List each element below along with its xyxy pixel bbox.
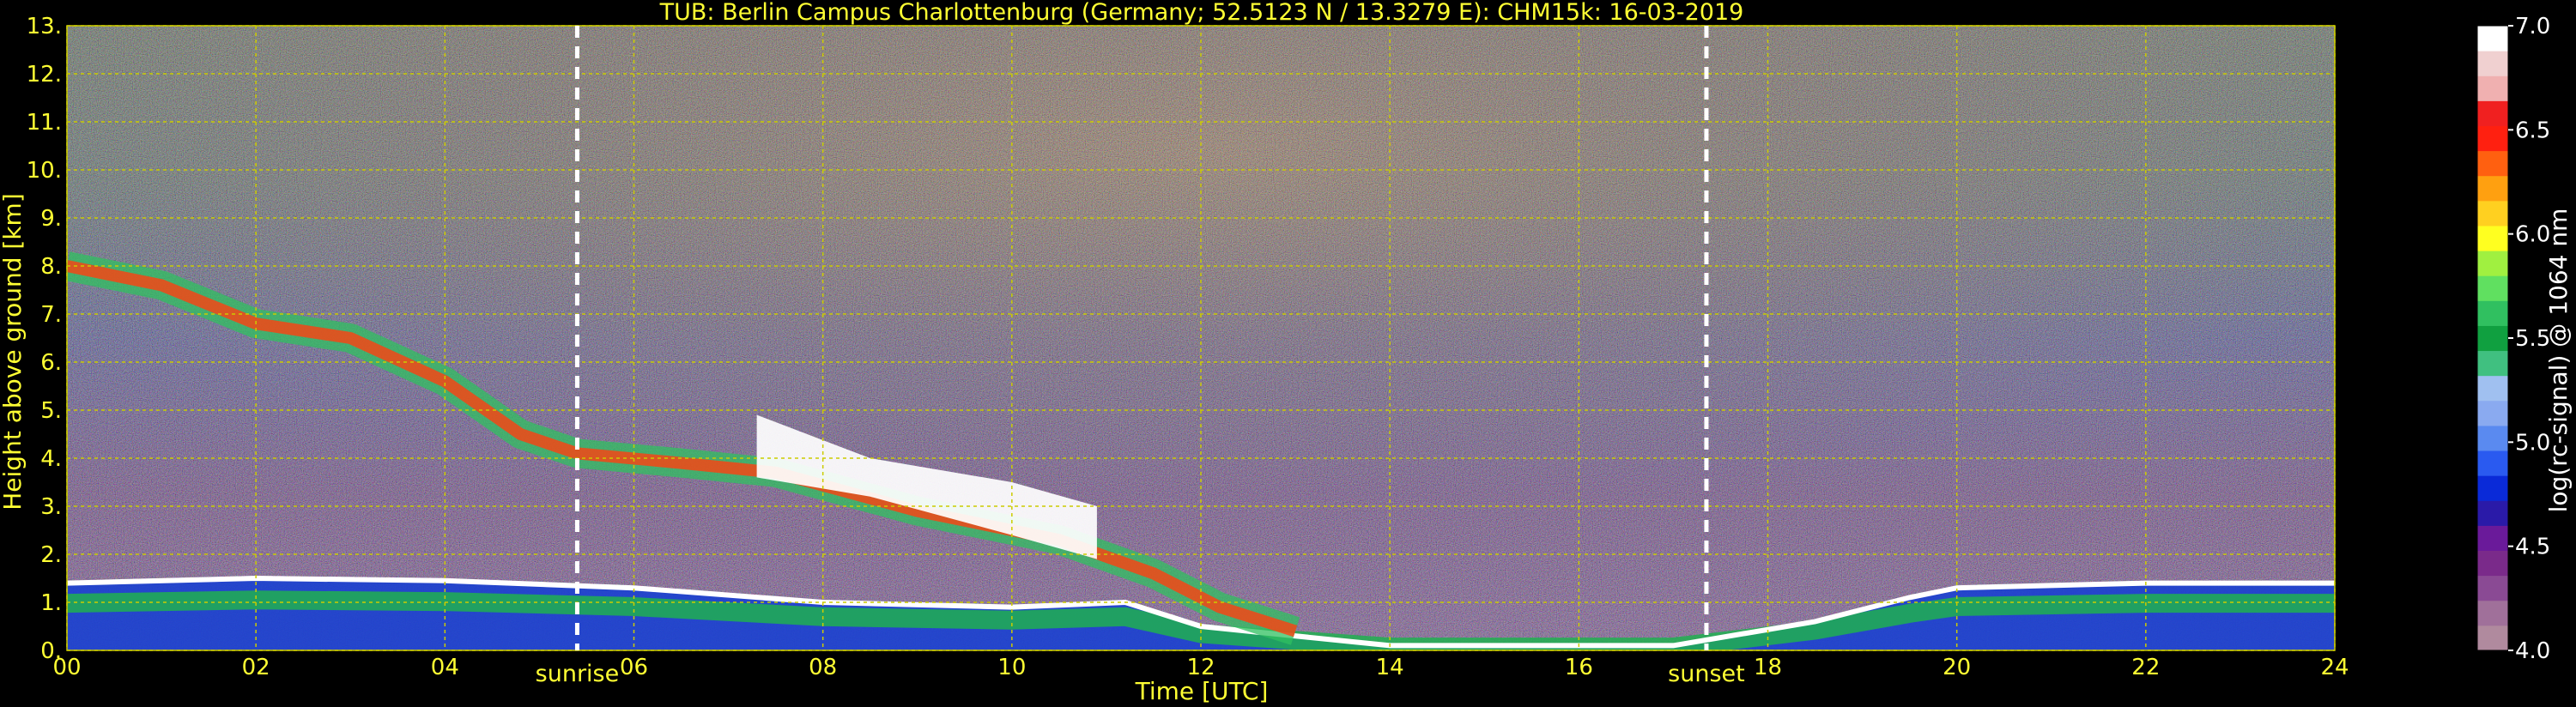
colorbar-segment xyxy=(2477,125,2508,152)
colorbar-segment xyxy=(2477,51,2508,76)
x-tick-label: 22 xyxy=(2131,655,2160,680)
colorbar-segment xyxy=(2477,500,2508,526)
y-tick-label: 12. xyxy=(27,62,62,88)
y-tick-label: 1. xyxy=(40,590,62,616)
colorbar-segment xyxy=(2477,325,2508,352)
colorbar-label: log(rc-signal) @ 1064 nm xyxy=(2544,208,2573,513)
x-tick-label: 18 xyxy=(1754,655,1782,680)
colorbar-segment xyxy=(2477,76,2508,101)
colorbar-segment xyxy=(2477,550,2508,577)
x-tick-label: 24 xyxy=(2320,655,2349,680)
colorbar-segment xyxy=(2477,150,2508,177)
y-tick-label: 13. xyxy=(27,14,62,39)
x-axis-label: Time [UTC] xyxy=(1135,677,1269,705)
colorbar-segment xyxy=(2477,350,2508,377)
colorbar-segment xyxy=(2477,575,2508,601)
colorbar-segment xyxy=(2477,225,2508,251)
colorbar-segment xyxy=(2477,425,2508,451)
y-axis: 0.1.2.3.4.5.6.7.8.9.10.11.12.13. xyxy=(27,14,62,664)
chart-title: TUB: Berlin Campus Charlottenburg (Germa… xyxy=(659,0,1744,26)
colorbar-segment xyxy=(2477,100,2508,126)
colorbar-segment xyxy=(2477,475,2508,501)
colorbar-segment xyxy=(2477,300,2508,326)
colorbar-tick-label: 7.0 xyxy=(2515,14,2550,39)
colorbar-segment xyxy=(2477,200,2508,227)
colorbar-segment xyxy=(2477,175,2508,202)
sunset-label: sunset xyxy=(1668,661,1745,687)
colorbar-segment xyxy=(2477,26,2508,51)
x-tick-label: 06 xyxy=(620,655,648,680)
colorbar: 4.04.55.05.56.06.57.0 xyxy=(2476,14,2550,664)
y-tick-label: 9. xyxy=(40,206,62,232)
colorbar-segment xyxy=(2477,625,2508,651)
y-tick-label: 11. xyxy=(27,110,62,136)
y-tick-label: 6. xyxy=(40,350,62,376)
colorbar-segment xyxy=(2477,400,2508,426)
sunrise-label: sunrise xyxy=(536,661,620,687)
y-axis-label: Height above ground [km] xyxy=(0,193,27,511)
y-tick-label: 3. xyxy=(40,494,62,520)
colorbar-segment xyxy=(2477,375,2508,402)
y-tick-label: 8. xyxy=(40,254,62,280)
x-tick-label: 04 xyxy=(431,655,459,680)
y-tick-label: 2. xyxy=(40,542,62,568)
colorbar-segment xyxy=(2477,275,2508,301)
colorbar-tick-label: 4.0 xyxy=(2515,638,2550,664)
x-tick-label: 10 xyxy=(997,655,1026,680)
x-tick-label: 16 xyxy=(1565,655,1593,680)
x-tick-label: 00 xyxy=(52,655,81,680)
colorbar-segment xyxy=(2477,600,2508,626)
y-tick-label: 5. xyxy=(40,398,62,424)
x-tick-label: 20 xyxy=(1943,655,1971,680)
x-tick-label: 14 xyxy=(1376,655,1404,680)
y-tick-label: 4. xyxy=(40,446,62,472)
colorbar-segment xyxy=(2477,450,2508,476)
x-tick-label: 02 xyxy=(242,655,270,680)
colorbar-tick-label: 4.5 xyxy=(2515,535,2550,560)
x-tick-label: 08 xyxy=(809,655,837,680)
ceilometer-chart: TUB: Berlin Campus Charlottenburg (Germa… xyxy=(0,0,2573,705)
colorbar-tick-label: 6.5 xyxy=(2515,118,2550,143)
colorbar-segment xyxy=(2477,251,2508,276)
y-tick-label: 10. xyxy=(27,158,62,184)
y-tick-label: 7. xyxy=(40,302,62,328)
colorbar-segment xyxy=(2477,525,2508,552)
